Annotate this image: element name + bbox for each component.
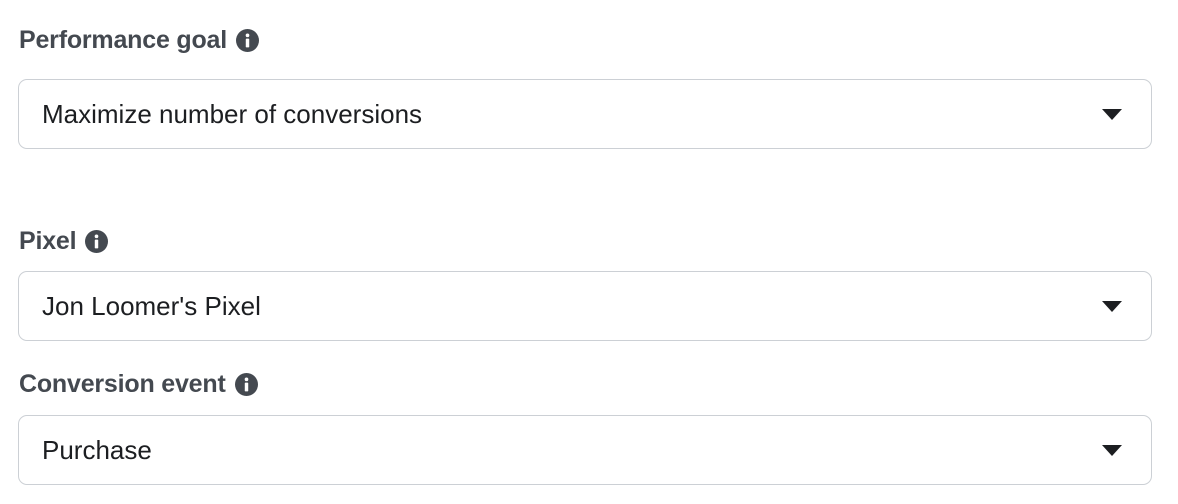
pixel-label: Pixel bbox=[19, 227, 77, 255]
pixel-value: Jon Loomer's Pixel bbox=[42, 290, 261, 321]
pixel-select[interactable]: Jon Loomer's Pixel bbox=[18, 271, 1152, 341]
info-icon[interactable] bbox=[234, 373, 258, 396]
caret-down-icon bbox=[1102, 301, 1122, 312]
performance-goal-label: Performance goal bbox=[19, 26, 227, 54]
conversion-event-value: Purchase bbox=[42, 434, 152, 465]
performance-goal-select[interactable]: Maximize number of conversions bbox=[18, 79, 1152, 149]
performance-goal-value: Maximize number of conversions bbox=[42, 98, 423, 129]
caret-down-icon bbox=[1102, 445, 1122, 456]
conversion-event-select[interactable]: Purchase bbox=[18, 415, 1152, 485]
conversion-event-label-row: Conversion event bbox=[19, 370, 258, 399]
conversion-event-label: Conversion event bbox=[19, 370, 226, 398]
info-icon[interactable] bbox=[235, 29, 259, 52]
info-icon[interactable] bbox=[85, 230, 109, 253]
caret-down-icon bbox=[1102, 109, 1122, 120]
pixel-label-row: Pixel bbox=[19, 227, 109, 256]
performance-goal-label-row: Performance goal bbox=[19, 26, 259, 55]
